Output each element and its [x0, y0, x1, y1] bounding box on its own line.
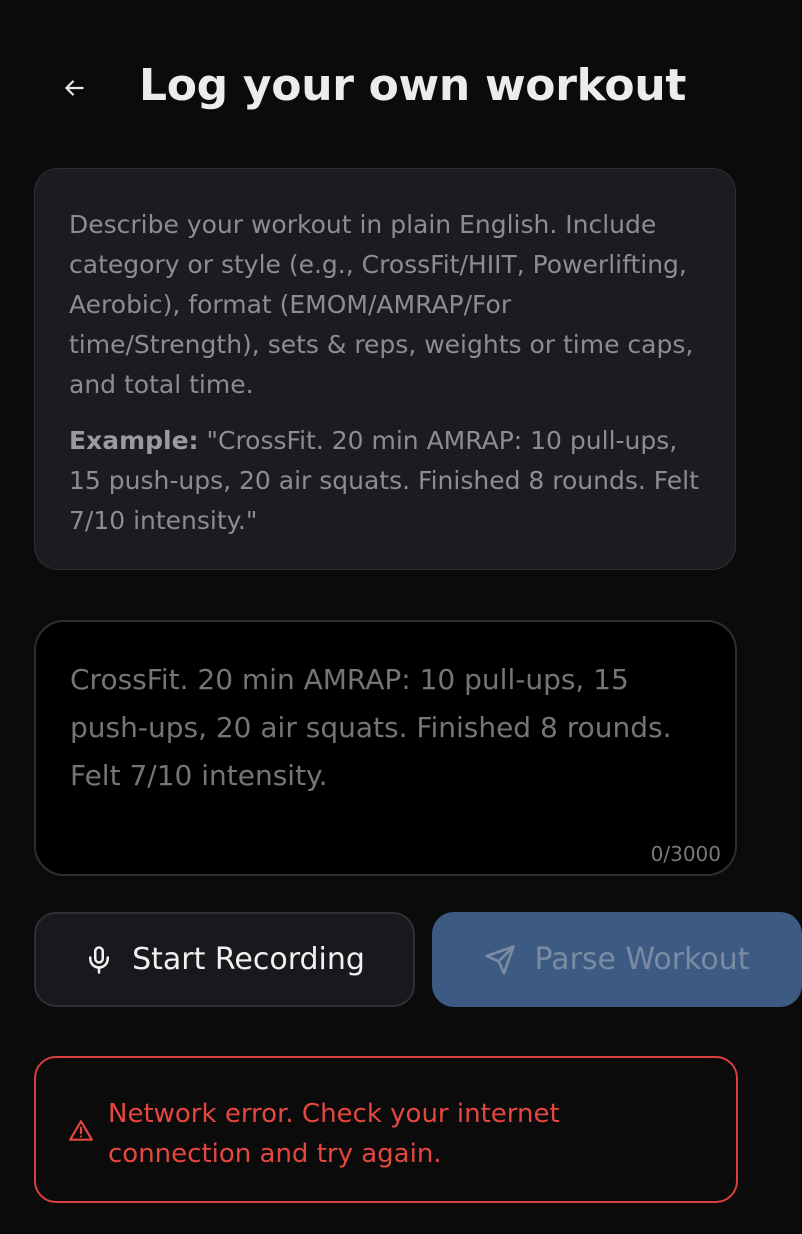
parse-workout-button[interactable]: Parse Workout: [432, 912, 802, 1007]
workout-input-container: 0/3000: [34, 620, 737, 876]
header: Log your own workout: [0, 50, 802, 130]
back-button[interactable]: [54, 68, 94, 108]
warning-triangle-icon: [69, 1120, 93, 1141]
send-icon: [485, 944, 516, 975]
parse-workout-label: Parse Workout: [534, 942, 750, 977]
arrow-left-icon: [65, 80, 84, 96]
character-counter: 0/3000: [650, 842, 721, 866]
workout-input[interactable]: [70, 656, 705, 836]
instructions-example: Example: "CrossFit. 20 min AMRAP: 10 pul…: [69, 421, 705, 541]
page-title: Log your own workout: [139, 60, 687, 111]
start-recording-label: Start Recording: [132, 942, 365, 977]
error-message: Network error. Check your internet conne…: [108, 1099, 560, 1169]
log-workout-screen: Log your own workout Describe your worko…: [0, 0, 802, 1234]
error-alert: Network error. Check your internet conne…: [34, 1056, 738, 1203]
example-label: Example:: [69, 426, 199, 455]
instructions-description: Describe your workout in plain English. …: [69, 210, 694, 399]
instructions-card: Describe your workout in plain English. …: [34, 168, 736, 570]
microphone-icon: [89, 945, 110, 974]
start-recording-button[interactable]: Start Recording: [34, 912, 415, 1007]
